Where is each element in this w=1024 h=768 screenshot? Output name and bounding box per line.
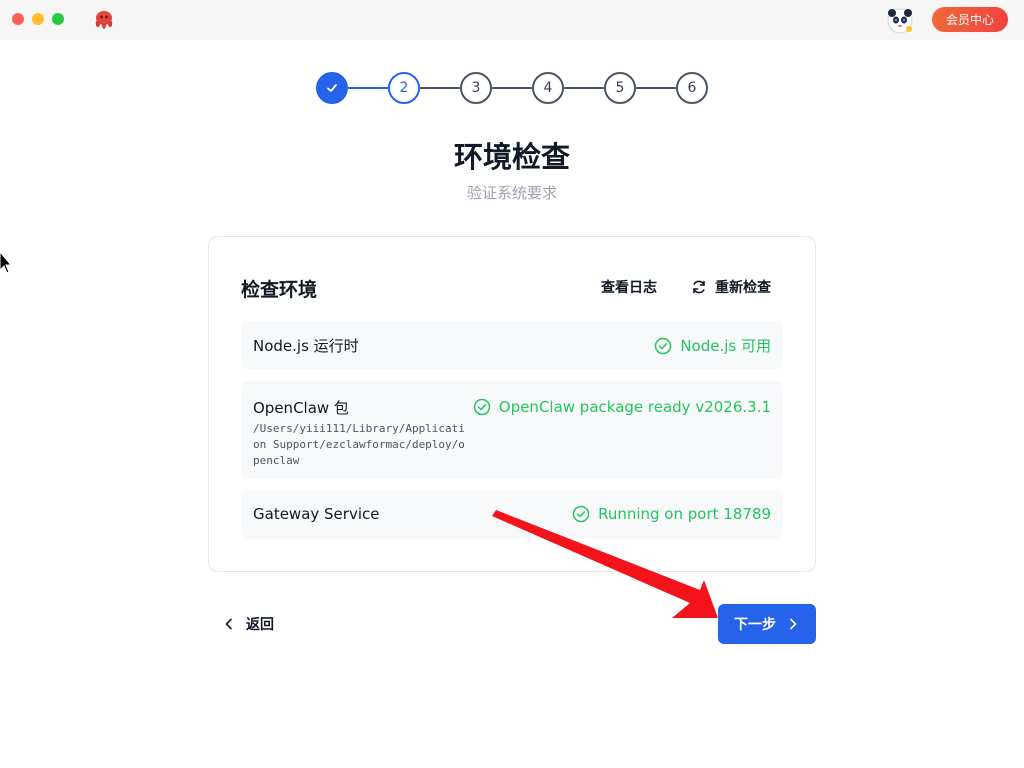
- check-name: OpenClaw 包: [253, 399, 349, 417]
- vip-center-button[interactable]: 会员中心: [932, 7, 1008, 32]
- page-subtitle: 验证系统要求: [466, 184, 557, 202]
- step-connector: [636, 87, 676, 89]
- step-3: 3: [460, 72, 492, 104]
- check-status-text: OpenClaw package ready v2026.3.1: [498, 398, 771, 416]
- chevron-left-icon: [225, 618, 232, 630]
- card-title: 检查环境: [241, 279, 318, 301]
- check-path: /Users/yiii111/Library/Application Suppo…: [253, 422, 465, 467]
- setup-stepper: 2 3 4 5 6: [316, 72, 708, 104]
- step-connector: [420, 87, 460, 89]
- maximize-window-button[interactable]: [52, 13, 64, 25]
- check-status: OpenClaw package ready v2026.3.1: [473, 398, 771, 416]
- check-status-text: Node.js 可用: [680, 337, 771, 355]
- mouse-cursor-icon: [0, 251, 13, 274]
- refresh-icon: [693, 280, 705, 294]
- check-row-openclaw: OpenClaw 包 /Users/yiii111/Library/Applic…: [241, 381, 783, 479]
- recheck-button[interactable]: 重新检查: [691, 277, 771, 297]
- step-connector: [564, 87, 604, 89]
- check-row-gateway: Gateway Service Running on port 18789: [241, 491, 783, 539]
- title-bar: 会员中心: [0, 0, 1024, 40]
- close-window-button[interactable]: [12, 13, 24, 25]
- back-button[interactable]: 返回: [222, 610, 274, 638]
- minimize-window-button[interactable]: [32, 13, 44, 25]
- check-row-nodejs: Node.js 运行时 Node.js 可用: [241, 321, 783, 369]
- check-name: Gateway Service: [253, 505, 380, 523]
- panda-avatar-icon[interactable]: [886, 7, 914, 35]
- page-title: 环境检查: [453, 140, 570, 174]
- chevron-right-icon: [790, 618, 797, 630]
- step-2: 2: [388, 72, 420, 104]
- step-1-complete: [316, 72, 348, 104]
- next-step-button[interactable]: 下一步: [718, 604, 816, 644]
- octopus-logo-icon: [95, 11, 113, 29]
- step-4: 4: [532, 72, 564, 104]
- check-status-text: Running on port 18789: [598, 505, 771, 523]
- check-icon: [327, 84, 337, 92]
- check-circle-icon: [473, 398, 491, 416]
- check-circle-icon: [655, 337, 672, 354]
- next-label: 下一步: [734, 617, 776, 633]
- view-log-button[interactable]: 查看日志: [601, 277, 657, 297]
- step-connector: [492, 87, 532, 89]
- recheck-label: 重新检查: [715, 280, 771, 296]
- check-status: Node.js 可用: [654, 335, 771, 356]
- check-circle-icon: [572, 505, 590, 523]
- check-name: Node.js 运行时: [253, 337, 359, 355]
- step-5: 5: [604, 72, 636, 104]
- step-6: 6: [676, 72, 708, 104]
- step-connector: [348, 87, 388, 89]
- back-label: 返回: [246, 617, 274, 633]
- check-status: Running on port 18789: [572, 505, 771, 523]
- environment-check-card: 检查环境 查看日志 重新检查 Node.js 运行时 Node.js 可用 Op…: [208, 236, 816, 572]
